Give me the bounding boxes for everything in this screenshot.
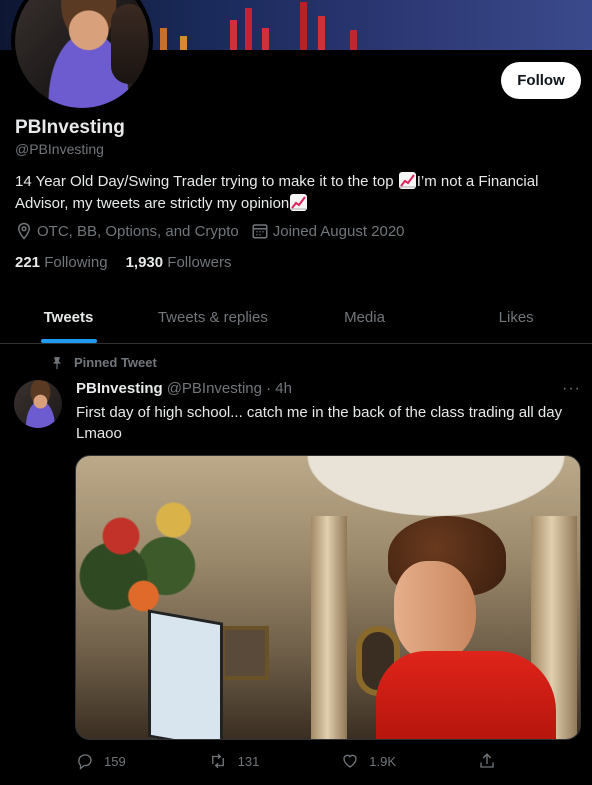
banner-decoration <box>245 8 252 50</box>
calendar-icon <box>252 224 268 239</box>
like-button[interactable]: 1.9K <box>341 752 396 770</box>
profile-bio: 14 Year Old Day/Swing Trader trying to m… <box>15 171 575 215</box>
tab-media[interactable]: Media <box>289 292 441 343</box>
reply-count: 159 <box>104 753 126 769</box>
share-icon <box>480 753 494 768</box>
joined-text: Joined August 2020 <box>272 222 405 240</box>
photo-person-face <box>394 561 476 661</box>
followers-label: Followers <box>167 254 232 271</box>
chart-increasing-emoji-icon <box>398 172 416 189</box>
pinned-label: Pinned Tweet <box>74 355 157 370</box>
banner-decoration <box>300 2 307 50</box>
photo-laptop <box>148 609 223 739</box>
profile-avatar[interactable] <box>11 0 153 112</box>
profile-tabs: Tweets Tweets & replies Media Likes <box>0 292 592 344</box>
profile-display-name: PBInvesting <box>15 117 125 138</box>
retweet-icon <box>211 753 224 769</box>
avatar-background-person <box>111 4 147 84</box>
reply-icon <box>78 754 92 770</box>
pinned-tweet-indicator: Pinned Tweet <box>50 355 157 370</box>
profile-stats: 221 Following 1,930 Followers <box>15 254 249 271</box>
tweet-author-handle-time[interactable]: @PBInvesting · 4h <box>167 380 292 397</box>
banner-decoration <box>230 20 237 50</box>
followers-count: 1,930 <box>125 254 164 271</box>
followers-link[interactable]: 1,930 Followers <box>126 254 232 271</box>
pin-icon <box>52 356 62 369</box>
tab-label: Tweets <box>43 309 94 326</box>
tweet-author-avatar[interactable] <box>14 380 62 428</box>
following-count: 221 <box>15 254 41 271</box>
banner-decoration <box>160 28 167 50</box>
retweet-count: 131 <box>237 753 260 769</box>
banner-decoration <box>180 36 187 50</box>
following-link[interactable]: 221 Following <box>15 254 108 271</box>
heart-icon <box>343 754 357 768</box>
retweet-button[interactable]: 131 <box>208 752 260 770</box>
tweet-author-name[interactable]: PBInvesting <box>76 380 163 397</box>
following-label: Following <box>44 254 108 271</box>
profile-handle: @PBInvesting <box>15 141 104 157</box>
bio-text: 14 Year Old Day/Swing Trader trying to m… <box>15 173 398 190</box>
tweet-text: First day of high school... catch me in … <box>76 404 563 442</box>
tab-label: Tweets & replies <box>157 309 268 326</box>
more-options-icon[interactable]: ··· <box>562 380 581 398</box>
tweet-header: PBInvesting @PBInvesting · 4h <box>76 380 292 397</box>
tweet-actions: 159 131 1.9K <box>76 752 506 770</box>
banner-decoration <box>262 28 269 50</box>
follow-button[interactable]: Follow <box>501 62 581 99</box>
profile-meta: OTC, BB, Options, and Crypto Joined Augu… <box>15 222 417 240</box>
profile-joined: Joined August 2020 <box>251 222 405 240</box>
location-pin-icon <box>17 222 31 240</box>
tab-tweets[interactable]: Tweets <box>0 292 137 343</box>
like-count: 1.9K <box>369 753 397 769</box>
tab-label: Media <box>344 309 385 326</box>
location-text: OTC, BB, Options, and Crypto <box>37 222 239 240</box>
chart-increasing-emoji-icon <box>290 194 308 211</box>
photo-column <box>311 516 347 739</box>
tab-likes[interactable]: Likes <box>440 292 592 343</box>
active-tab-indicator <box>40 339 97 343</box>
banner-decoration <box>350 30 357 50</box>
banner-decoration <box>318 16 325 50</box>
reply-button[interactable]: 159 <box>76 752 126 770</box>
tab-label: Likes <box>498 309 534 326</box>
photo-person-shirt <box>376 651 556 739</box>
tweet-photo[interactable] <box>75 455 581 740</box>
share-button[interactable] <box>478 752 506 770</box>
photo-picture-frame <box>221 626 269 680</box>
tab-tweets-replies[interactable]: Tweets & replies <box>137 292 289 343</box>
profile-location: OTC, BB, Options, and Crypto <box>15 222 239 240</box>
